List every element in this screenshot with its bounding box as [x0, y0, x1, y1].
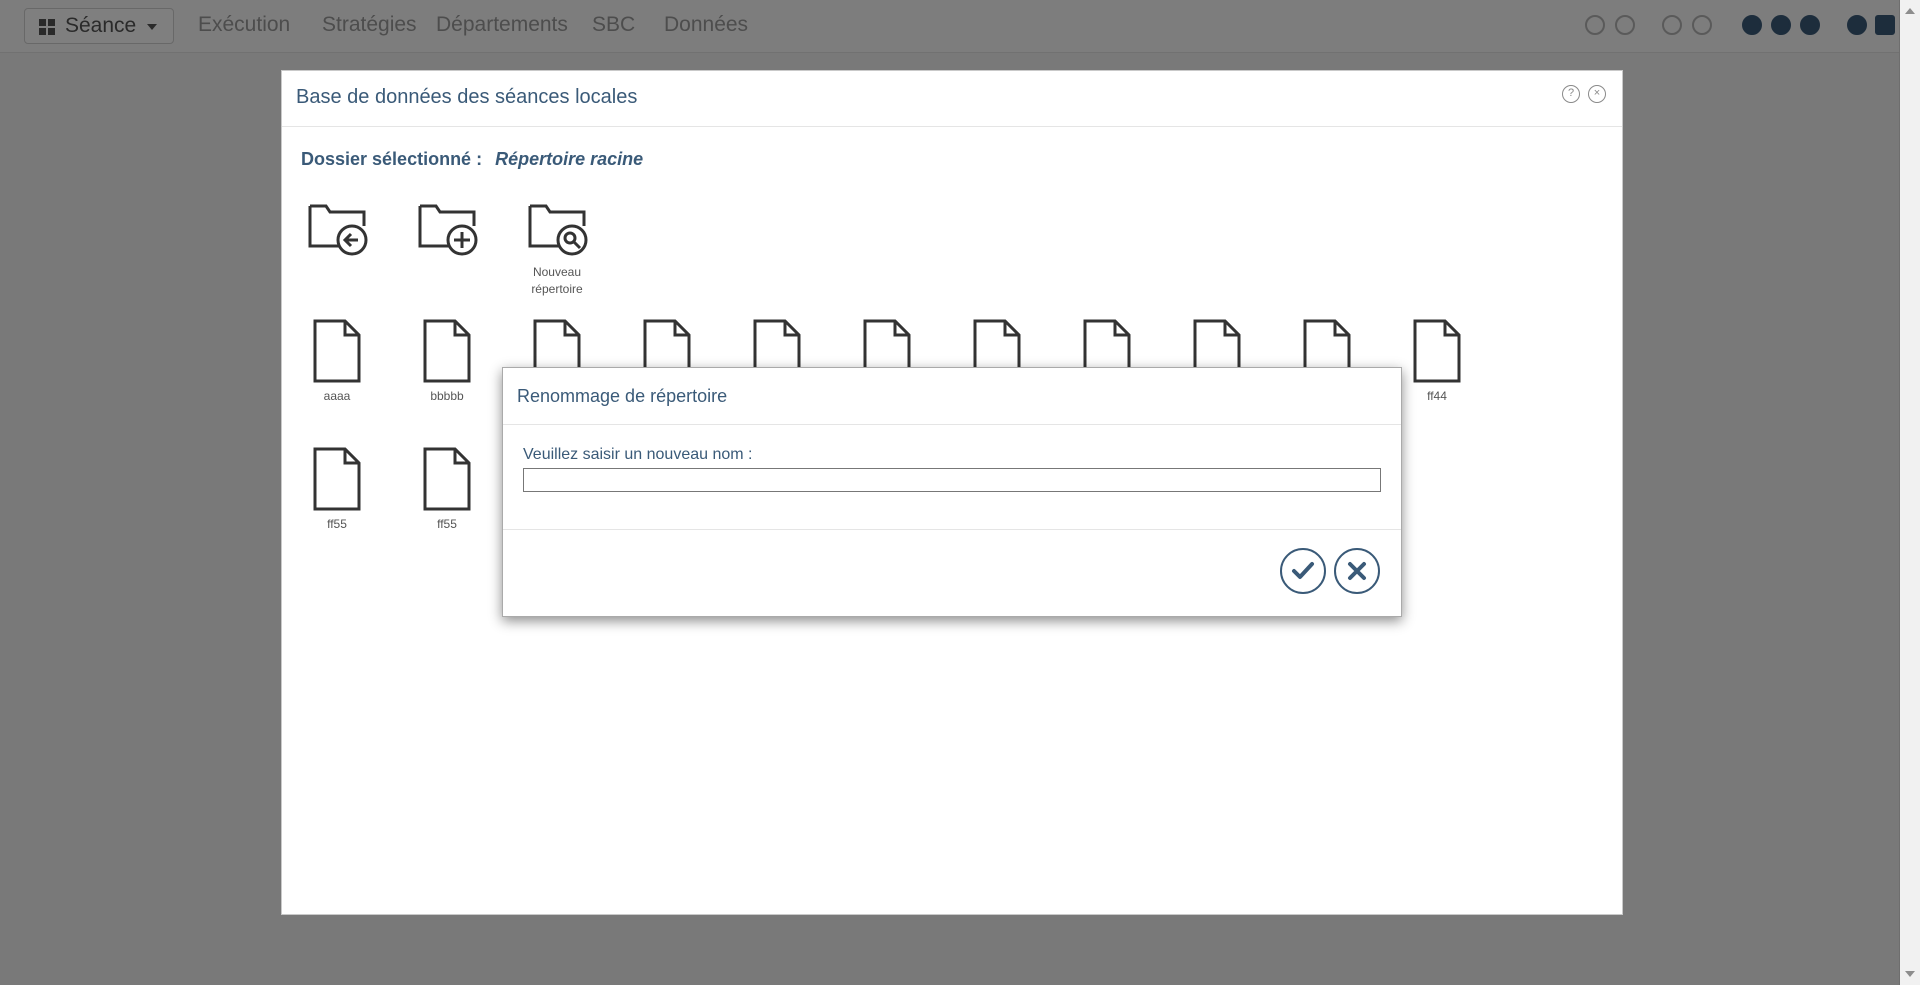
folder-search-icon — [528, 204, 588, 256]
parent-folder-button[interactable] — [282, 190, 392, 264]
file-item[interactable]: ff55 — [392, 446, 502, 533]
confirm-button[interactable] — [1280, 548, 1326, 594]
dialog-header: Base de données des séances locales ? × — [282, 71, 1622, 127]
selected-folder: Dossier sélectionné : Répertoire racine — [301, 149, 643, 170]
page-scrollbar[interactable] — [1899, 0, 1920, 985]
selected-folder-label: Dossier sélectionné : — [301, 149, 483, 169]
file-icon — [1413, 319, 1461, 383]
scroll-down-icon[interactable] — [1905, 971, 1915, 977]
tile-label: Nouveau répertoire — [531, 265, 583, 296]
folder-back-icon — [308, 204, 368, 256]
divider — [503, 529, 1401, 530]
dialog-title: Base de données des séances locales — [296, 86, 638, 108]
file-label: ff55 — [327, 517, 347, 531]
selected-folder-value: Répertoire racine — [495, 149, 644, 169]
file-label: bbbbb — [430, 389, 464, 403]
check-icon — [1292, 562, 1314, 579]
file-icon — [313, 319, 361, 383]
rename-folder-button[interactable]: Nouveau répertoire — [502, 190, 612, 298]
file-item[interactable]: aaaa — [282, 318, 392, 405]
close-icon[interactable]: × — [1588, 85, 1606, 103]
dialog-title: Renommage de répertoire — [517, 386, 728, 406]
new-name-label: Veuillez saisir un nouveau nom : — [523, 446, 753, 463]
cancel-button[interactable] — [1334, 548, 1380, 594]
file-label: ff55 — [437, 517, 457, 531]
file-item[interactable]: ff55 — [282, 446, 392, 533]
file-item[interactable]: bbbbb — [392, 318, 502, 405]
x-icon — [1348, 562, 1366, 580]
new-name-input[interactable] — [523, 468, 1381, 492]
dialog-header: Renommage de répertoire — [503, 368, 1401, 425]
file-icon — [423, 447, 471, 511]
scroll-up-icon[interactable] — [1905, 8, 1915, 14]
new-folder-button[interactable] — [392, 190, 502, 264]
folder-add-icon — [418, 204, 478, 256]
help-icon[interactable]: ? — [1562, 85, 1580, 103]
rename-folder-dialog: Renommage de répertoire Veuillez saisir … — [502, 367, 1402, 617]
file-icon — [423, 319, 471, 383]
file-icon — [313, 447, 361, 511]
file-label: aaaa — [323, 389, 351, 403]
